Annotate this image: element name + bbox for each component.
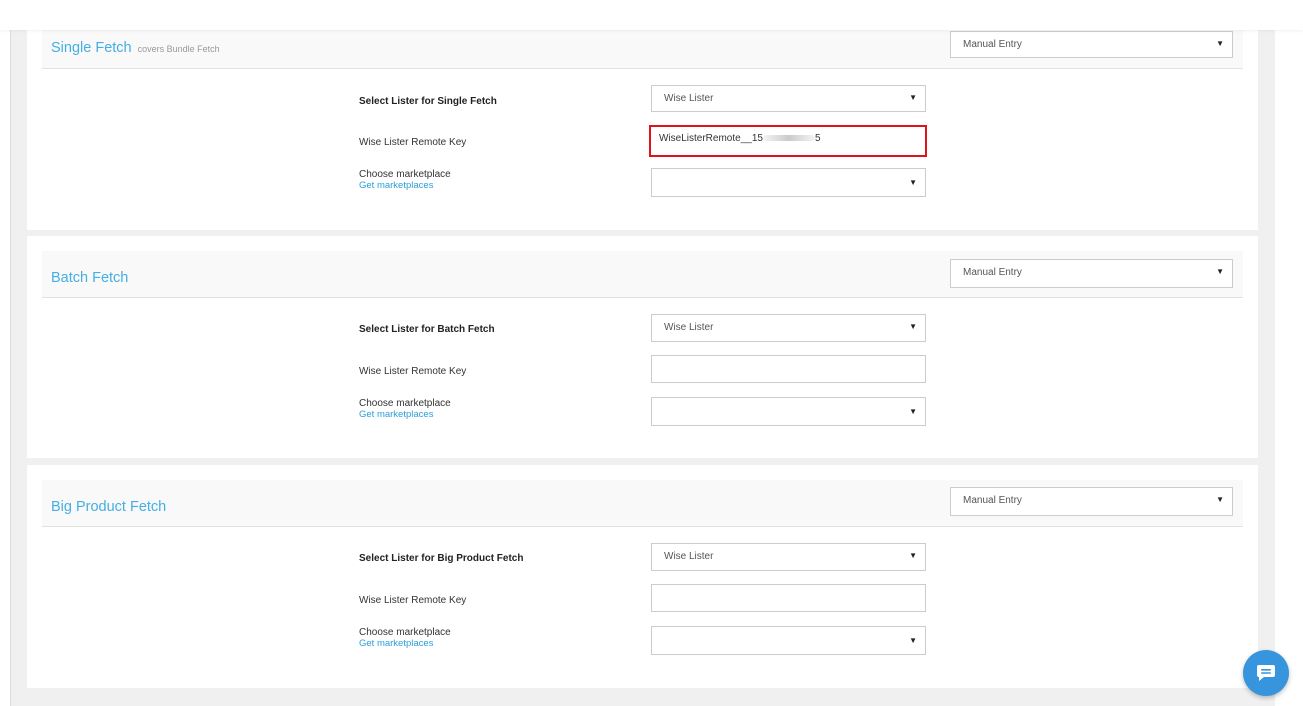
batch-fetch-mode-value: Manual Entry <box>963 267 1022 278</box>
remote-key-suffix: 5 <box>814 133 821 144</box>
batch-fetch-marketplace-label-group: Choose marketplace Get marketplaces <box>359 398 451 420</box>
chat-widget-button[interactable] <box>1243 650 1289 696</box>
chevron-down-icon: ▼ <box>1216 39 1224 48</box>
big-product-fetch-panel: Big Product Fetch Manual Entry ▼ Select … <box>27 465 1258 688</box>
big-product-fetch-mode-select[interactable]: Manual Entry ▼ <box>950 487 1233 516</box>
big-product-fetch-get-marketplaces-link[interactable]: Get marketplaces <box>359 638 451 649</box>
single-fetch-panel: Single Fetch covers Bundle Fetch Manual … <box>27 30 1258 230</box>
big-product-fetch-lister-select[interactable]: Wise Lister ▼ <box>651 543 926 571</box>
single-fetch-lister-value: Wise Lister <box>664 93 714 104</box>
big-product-fetch-lister-value: Wise Lister <box>664 551 714 562</box>
single-fetch-title-text: Single Fetch <box>51 40 132 56</box>
chevron-down-icon: ▼ <box>909 322 917 331</box>
single-fetch-lister-label: Select Lister for Single Fetch <box>359 96 497 107</box>
chevron-down-icon: ▼ <box>1216 495 1224 504</box>
single-fetch-marketplace-label-group: Choose marketplace Get marketplaces <box>359 169 451 191</box>
single-fetch-lister-select[interactable]: Wise Lister ▼ <box>651 85 926 112</box>
big-product-fetch-marketplace-select[interactable]: ▼ <box>651 626 926 655</box>
single-fetch-remote-key-value: WiseListerRemote__15 5 <box>659 133 821 144</box>
batch-fetch-mode-select[interactable]: Manual Entry ▼ <box>950 259 1233 288</box>
single-fetch-marketplace-select[interactable]: ▼ <box>651 168 926 197</box>
batch-fetch-panel: Batch Fetch Manual Entry ▼ Select Lister… <box>27 236 1258 458</box>
batch-fetch-title: Batch Fetch <box>51 270 129 286</box>
single-fetch-remote-key-input[interactable]: WiseListerRemote__15 5 <box>649 125 927 157</box>
batch-fetch-marketplace-label: Choose marketplace <box>359 398 451 409</box>
single-fetch-get-marketplaces-link[interactable]: Get marketplaces <box>359 180 451 191</box>
single-fetch-mode-value: Manual Entry <box>963 39 1022 50</box>
chevron-down-icon: ▼ <box>909 636 917 645</box>
batch-fetch-remote-key-label: Wise Lister Remote Key <box>359 366 467 377</box>
chat-icon <box>1257 665 1275 681</box>
content-edge <box>10 30 11 706</box>
chevron-down-icon: ▼ <box>909 93 917 102</box>
single-fetch-title: Single Fetch covers Bundle Fetch <box>51 40 220 56</box>
big-product-fetch-marketplace-label: Choose marketplace <box>359 627 451 638</box>
batch-fetch-lister-label: Select Lister for Batch Fetch <box>359 324 495 335</box>
single-fetch-remote-key-label: Wise Lister Remote Key <box>359 137 467 148</box>
big-product-fetch-marketplace-label-group: Choose marketplace Get marketplaces <box>359 627 451 649</box>
chevron-down-icon: ▼ <box>909 178 917 187</box>
remote-key-prefix: WiseListerRemote__15 <box>659 133 763 144</box>
chevron-down-icon: ▼ <box>909 551 917 560</box>
top-bar <box>0 0 1303 30</box>
redacted-blur <box>762 135 815 142</box>
chevron-down-icon: ▼ <box>909 407 917 416</box>
batch-fetch-get-marketplaces-link[interactable]: Get marketplaces <box>359 409 451 420</box>
batch-fetch-marketplace-select[interactable]: ▼ <box>651 397 926 426</box>
big-product-fetch-remote-key-input[interactable] <box>651 584 926 612</box>
big-product-fetch-mode-value: Manual Entry <box>963 495 1022 506</box>
big-product-fetch-remote-key-label: Wise Lister Remote Key <box>359 595 467 606</box>
single-fetch-subtitle: covers Bundle Fetch <box>137 44 220 54</box>
batch-fetch-lister-select[interactable]: Wise Lister ▼ <box>651 314 926 342</box>
single-fetch-mode-select[interactable]: Manual Entry ▼ <box>950 31 1233 58</box>
big-product-fetch-lister-label: Select Lister for Big Product Fetch <box>359 553 524 564</box>
chevron-down-icon: ▼ <box>1216 267 1224 276</box>
big-product-fetch-title: Big Product Fetch <box>51 499 167 515</box>
batch-fetch-lister-value: Wise Lister <box>664 322 714 333</box>
batch-fetch-remote-key-input[interactable] <box>651 355 926 383</box>
single-fetch-marketplace-label: Choose marketplace <box>359 169 451 180</box>
